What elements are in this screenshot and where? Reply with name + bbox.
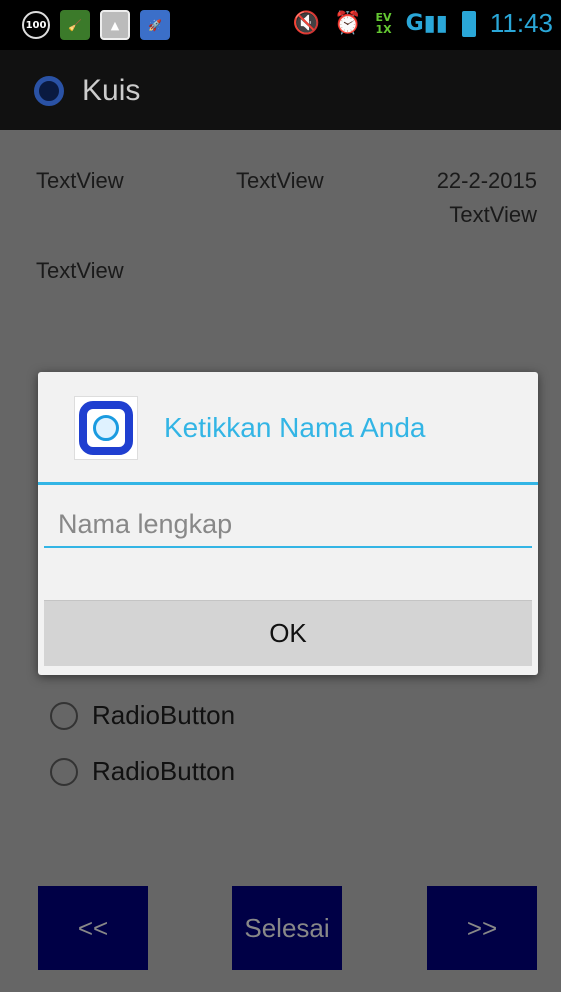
battery-saver-icon: 100 <box>22 11 50 39</box>
radio-option-2[interactable]: RadioButton <box>50 756 235 787</box>
radio-circle-icon[interactable] <box>50 757 78 786</box>
image-icon: ▲ <box>100 10 130 40</box>
atom-logo-icon <box>79 401 133 455</box>
next-button[interactable]: >> <box>427 886 537 970</box>
cleaner-app-icon: 🧹 <box>60 10 90 40</box>
action-bar: Kuis <box>0 50 561 130</box>
network-top-label: EV <box>375 10 392 24</box>
textview-3: TextView <box>449 202 537 227</box>
signal-label: G <box>405 11 424 36</box>
textview-2: TextView <box>236 168 324 193</box>
finish-button[interactable]: Selesai <box>232 886 342 970</box>
app-logo-icon[interactable] <box>34 76 64 106</box>
signal-icon: G▮▮ <box>405 11 448 36</box>
full-name-input[interactable] <box>44 502 532 548</box>
radio-option-1[interactable]: RadioButton <box>50 700 235 731</box>
radio-label: RadioButton <box>92 756 236 786</box>
textview-1: TextView <box>36 168 124 193</box>
textview-4: TextView <box>36 258 124 283</box>
clock-time: 11:43 <box>489 8 553 38</box>
name-dialog: Ketikkan Nama Anda OK <box>38 372 538 675</box>
dialog-divider <box>38 482 538 485</box>
notification-icons: 100 🧹 ▲ 🚀 <box>22 10 170 40</box>
network-indicator: EV 1X <box>375 10 392 36</box>
prev-button[interactable]: << <box>38 886 148 970</box>
ok-button[interactable]: OK <box>44 600 532 666</box>
app-title: Kuis <box>82 74 141 107</box>
network-bottom-label: 1X <box>375 22 392 36</box>
system-icons: 🔇 ⏰ EV 1X G▮▮ 11:43 <box>293 8 553 39</box>
dialog-title: Ketikkan Nama Anda <box>164 412 426 443</box>
dialog-app-icon <box>74 396 138 460</box>
alarm-icon: ⏰ <box>334 11 362 36</box>
status-bar: 100 🧹 ▲ 🚀 🔇 ⏰ EV 1X G▮▮ 11:43 <box>0 0 561 50</box>
date-label: 22-2-2015 <box>436 168 537 193</box>
mute-icon: 🔇 <box>292 11 321 36</box>
radio-label: RadioButton <box>92 700 236 730</box>
battery-icon <box>461 10 476 37</box>
rocket-icon: 🚀 <box>140 10 170 40</box>
radio-circle-icon[interactable] <box>50 701 78 730</box>
